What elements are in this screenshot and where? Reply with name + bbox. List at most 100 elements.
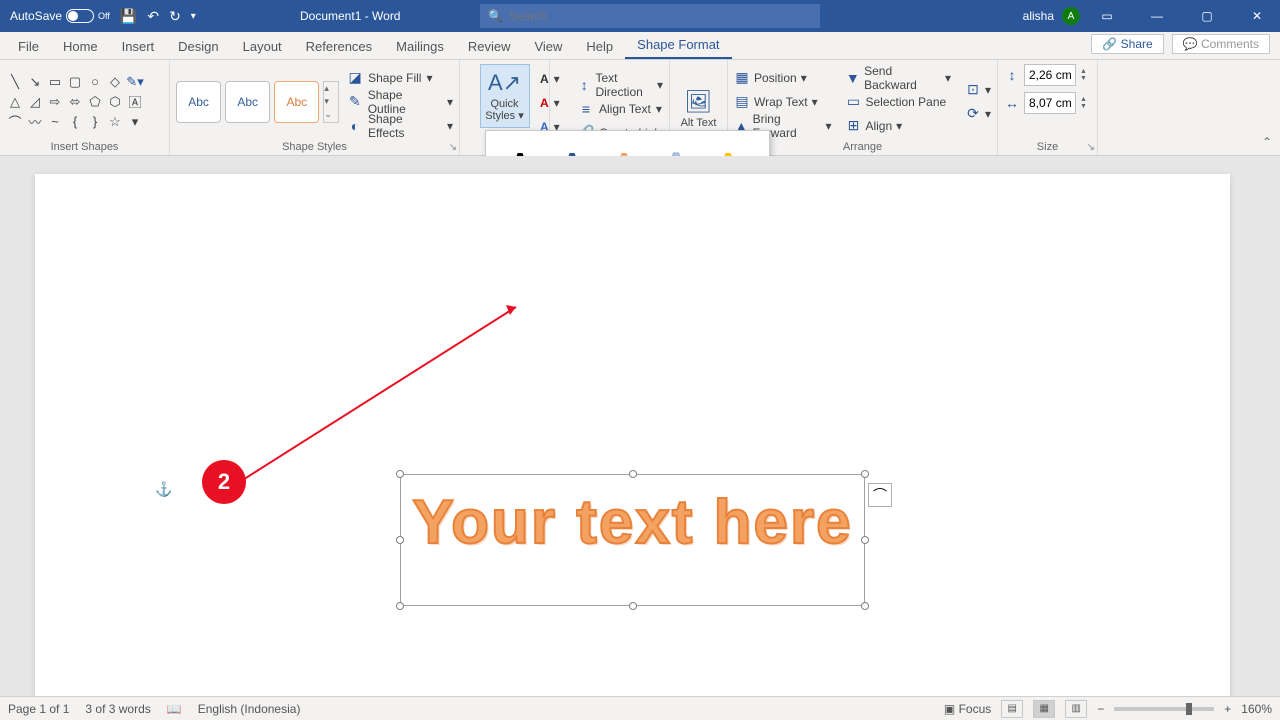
- send-backward-button[interactable]: ▼Send Backward ▾: [845, 67, 951, 89]
- search-input[interactable]: [509, 9, 664, 23]
- right-triangle-icon[interactable]: ◿: [26, 93, 44, 111]
- shape-width[interactable]: ↔ ▲▼: [1004, 92, 1094, 114]
- document-page[interactable]: [35, 174, 1230, 696]
- autosave-toggle[interactable]: AutoSave Off: [10, 9, 110, 23]
- resize-handle[interactable]: [861, 470, 869, 478]
- line-arrow-icon[interactable]: ↘: [26, 73, 44, 91]
- tabs-bar: File Home Insert Design Layout Reference…: [0, 32, 1280, 60]
- save-icon[interactable]: 💾: [120, 8, 137, 25]
- tab-help[interactable]: Help: [574, 34, 625, 59]
- text-box-icon[interactable]: 🄰: [126, 93, 144, 111]
- arrow-icon[interactable]: ⇨: [46, 93, 64, 111]
- tab-insert[interactable]: Insert: [110, 34, 167, 59]
- shape-style-preset-3[interactable]: Abc: [274, 81, 319, 123]
- ribbon-display-icon[interactable]: ▭: [1084, 0, 1130, 32]
- tab-review[interactable]: Review: [456, 34, 523, 59]
- text-fill-button[interactable]: A ▾: [540, 68, 560, 90]
- width-spinner[interactable]: ▲▼: [1080, 96, 1094, 110]
- wave-icon[interactable]: ~: [46, 113, 64, 131]
- undo-icon[interactable]: ↶: [147, 8, 159, 25]
- tab-mailings[interactable]: Mailings: [384, 34, 456, 59]
- layout-options-icon[interactable]: ⌒: [868, 483, 892, 507]
- resize-handle[interactable]: [861, 536, 869, 544]
- resize-handle[interactable]: [629, 602, 637, 610]
- edit-shape-icon[interactable]: ✎▾: [126, 73, 144, 91]
- tab-home[interactable]: Home: [51, 34, 110, 59]
- quick-styles-button[interactable]: A↗ Quick Styles ▾: [480, 64, 530, 128]
- zoom-out-button[interactable]: −: [1097, 702, 1104, 716]
- read-mode-button[interactable]: ▤: [1001, 700, 1023, 718]
- tab-shape-format[interactable]: Shape Format: [625, 32, 731, 59]
- arc-icon[interactable]: ⌒: [6, 113, 24, 131]
- tab-file[interactable]: File: [6, 34, 51, 59]
- freeform-icon[interactable]: ◇: [106, 73, 124, 91]
- shape-style-preset-2[interactable]: Abc: [225, 81, 270, 123]
- resize-handle[interactable]: [629, 470, 637, 478]
- size-launcher[interactable]: ↘: [1087, 142, 1095, 153]
- print-layout-button[interactable]: ▦: [1033, 700, 1055, 718]
- redo-icon[interactable]: ↻: [169, 8, 181, 25]
- resize-handle[interactable]: [396, 602, 404, 610]
- more-shapes-icon[interactable]: ▾: [126, 113, 144, 131]
- curve-icon[interactable]: 〰: [26, 113, 44, 131]
- maximize-button[interactable]: ▢: [1184, 0, 1230, 32]
- shape-style-expand[interactable]: ▴▾⌄: [323, 81, 339, 123]
- focus-mode[interactable]: ▣ Focus: [944, 702, 991, 716]
- wordart-text[interactable]: Your text here: [401, 475, 864, 558]
- shape-height[interactable]: ↕ ▲▼: [1004, 64, 1094, 86]
- spell-check-icon[interactable]: 📖: [167, 702, 182, 716]
- zoom-slider[interactable]: [1114, 707, 1214, 711]
- triangle-icon[interactable]: △: [6, 93, 24, 111]
- brace-left-icon[interactable]: {: [66, 113, 84, 131]
- wrap-text-button[interactable]: ▤Wrap Text ▾: [734, 91, 831, 113]
- rotate-button[interactable]: ⟳▾: [965, 103, 991, 125]
- text-direction-button[interactable]: ↕Text Direction ▾: [578, 74, 663, 96]
- minimize-button[interactable]: —: [1134, 0, 1180, 32]
- align-button[interactable]: ⊞Align ▾: [845, 115, 951, 137]
- star-icon[interactable]: ☆: [106, 113, 124, 131]
- group-button[interactable]: ⊡▾: [965, 79, 991, 101]
- zoom-level[interactable]: 160%: [1241, 702, 1272, 716]
- rounded-rect-icon[interactable]: ▢: [66, 73, 84, 91]
- text-outline-button[interactable]: A ▾: [540, 92, 560, 114]
- close-button[interactable]: ✕: [1234, 0, 1280, 32]
- shape-styles-launcher[interactable]: ↘: [449, 142, 457, 153]
- word-count[interactable]: 3 of 3 words: [85, 702, 150, 716]
- position-button[interactable]: ▦Position ▾: [734, 67, 831, 89]
- zoom-in-button[interactable]: +: [1224, 702, 1231, 716]
- wordart-textbox[interactable]: Your text here ⌒: [400, 474, 865, 606]
- alt-text-icon: 🖼: [685, 89, 713, 115]
- web-layout-button[interactable]: ▥: [1065, 700, 1087, 718]
- brace-right-icon[interactable]: }: [86, 113, 104, 131]
- resize-handle[interactable]: [396, 536, 404, 544]
- tab-references[interactable]: References: [294, 34, 384, 59]
- height-spinner[interactable]: ▲▼: [1080, 68, 1094, 82]
- align-text-button[interactable]: ≡Align Text ▾: [578, 98, 663, 120]
- line-icon[interactable]: ╲: [6, 73, 24, 91]
- shape-outline-button[interactable]: ✎Shape Outline ▾: [347, 91, 453, 113]
- collapse-ribbon-icon[interactable]: ⌃: [1262, 135, 1272, 149]
- customize-qat-icon[interactable]: ▾: [191, 11, 196, 22]
- oval-icon[interactable]: ○: [86, 73, 104, 91]
- rectangle-icon[interactable]: ▭: [46, 73, 64, 91]
- shape-gallery[interactable]: ╲ ↘ ▭ ▢ ○ ◇ ✎▾ △ ◿ ⇨ ⬄ ⬠ ⬡ 🄰 ⌒ 〰 ~ { } ☆: [6, 73, 144, 131]
- pentagon-icon[interactable]: ⬠: [86, 93, 104, 111]
- shape-fill-button[interactable]: ◪Shape Fill ▾: [347, 67, 453, 89]
- resize-handle[interactable]: [861, 602, 869, 610]
- comments-button[interactable]: 💬 Comments: [1172, 34, 1270, 54]
- selection-pane-button[interactable]: ▭Selection Pane: [845, 91, 951, 113]
- tab-layout[interactable]: Layout: [231, 34, 294, 59]
- shape-effects-button[interactable]: ◐Shape Effects ▾: [347, 115, 453, 137]
- search-box[interactable]: 🔍: [480, 4, 820, 28]
- share-button[interactable]: 🔗 Share: [1091, 34, 1163, 54]
- width-input[interactable]: [1024, 92, 1076, 114]
- hexagon-icon[interactable]: ⬡: [106, 93, 124, 111]
- page-indicator[interactable]: Page 1 of 1: [8, 702, 69, 716]
- tab-view[interactable]: View: [522, 34, 574, 59]
- language-indicator[interactable]: English (Indonesia): [198, 702, 301, 716]
- double-arrow-icon[interactable]: ⬄: [66, 93, 84, 111]
- user-avatar[interactable]: A: [1062, 7, 1080, 25]
- shape-style-preset-1[interactable]: Abc: [176, 81, 221, 123]
- height-input[interactable]: [1024, 64, 1076, 86]
- tab-design[interactable]: Design: [166, 34, 230, 59]
